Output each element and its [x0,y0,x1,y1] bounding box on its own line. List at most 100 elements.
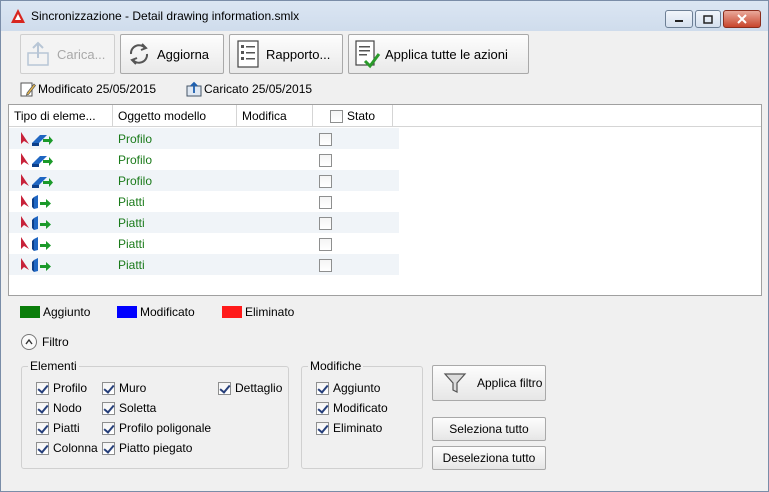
autocad-a-icon [11,9,25,23]
filter-muro[interactable]: Muro [102,381,146,395]
row-checkbox[interactable] [319,217,332,231]
pencil-page-icon [20,82,36,97]
col-stato[interactable]: Stato [313,105,393,127]
checkbox[interactable] [102,421,115,435]
checkbox[interactable] [36,441,49,455]
checkbox[interactable] [36,381,49,395]
table-row[interactable]: Profilo [9,128,399,149]
carica-button[interactable]: Carica... [20,34,115,74]
maximize-icon [703,14,713,24]
close-button[interactable] [723,10,761,28]
title-bar[interactable]: Sincronizzazione - Detail drawing inform… [1,1,768,31]
apply-filter-button[interactable]: Applica filtro [432,365,546,401]
upload-icon [27,41,49,66]
select-all-button[interactable]: Seleziona tutto [432,417,546,441]
status-cell [319,258,332,273]
table-row[interactable]: Profilo [9,149,399,170]
object-cell: Piatti [118,216,145,230]
minimize-button[interactable] [665,10,693,28]
filter-toggle[interactable]: Filtro [21,334,69,350]
modified-swatch [117,306,137,318]
filter-aggiunto[interactable]: Aggiunto [316,381,380,395]
window-title: Sincronizzazione - Detail drawing inform… [31,9,300,23]
loaded-info: Caricato 25/05/2015 [186,81,312,97]
rapporto-button[interactable]: Rapporto... [229,34,343,74]
checkbox[interactable] [102,381,115,395]
plate-element-icon [19,194,53,210]
plate-element-icon [19,236,53,252]
object-cell: Profilo [118,153,153,167]
status-cell [319,216,332,231]
table-row[interactable]: Piatti [9,233,399,254]
profile-element-icon [19,152,53,168]
table-row[interactable]: Profilo [9,170,399,191]
report-icon [237,40,259,68]
collapse-up-icon[interactable] [21,334,37,350]
status-cell [319,195,332,210]
minimize-icon [675,20,683,22]
status-cell [319,132,332,147]
deselect-all-button[interactable]: Deseleziona tutto [432,446,546,470]
sync-dialog: Sincronizzazione - Detail drawing inform… [0,0,769,492]
table-header: Tipo di eleme... Oggetto modello Modific… [9,105,761,127]
checkbox[interactable] [316,421,329,435]
close-icon [737,14,747,24]
checkbox[interactable] [36,401,49,415]
changes-table[interactable]: Tipo di eleme... Oggetto modello Modific… [8,104,762,296]
table-row[interactable]: Piatti [9,254,399,275]
checkbox[interactable] [316,401,329,415]
filter-dettaglio[interactable]: Dettaglio [218,381,282,395]
maximize-button[interactable] [695,10,721,28]
table-row[interactable]: Piatti [9,212,399,233]
filter-nodo[interactable]: Nodo [36,401,82,415]
legend-modified: Modificato [117,305,195,319]
deleted-swatch [222,306,242,318]
status-cell [319,174,332,189]
row-checkbox[interactable] [319,133,332,147]
legend-added: Aggiunto [20,305,90,319]
row-checkbox[interactable] [319,259,332,273]
object-cell: Profilo [118,174,153,188]
filter-piatti[interactable]: Piatti [36,421,80,435]
added-swatch [20,306,40,318]
filter-eliminato[interactable]: Eliminato [316,421,382,435]
plate-element-icon [19,215,53,231]
filter-profilo[interactable]: Profilo [36,381,87,395]
funnel-icon [443,373,467,393]
upload-page-icon [186,81,202,97]
modified-info: Modificato 25/05/2015 [20,81,156,97]
filter-profilo-poligonale[interactable]: Profilo poligonale [102,421,211,435]
refresh-icon [129,43,149,65]
checkbox[interactable] [102,441,115,455]
checkbox[interactable] [102,401,115,415]
object-cell: Piatti [118,237,145,251]
checkbox[interactable] [218,381,231,395]
col-modifica[interactable]: Modifica [237,105,313,127]
apply-document-icon [355,40,381,69]
plate-element-icon [19,257,53,273]
checkbox[interactable] [316,381,329,395]
profile-element-icon [19,173,53,189]
status-cell [319,153,332,168]
applica-tutte-button[interactable]: Applica tutte le azioni [348,34,529,74]
filter-soletta[interactable]: Soletta [102,401,156,415]
checkbox[interactable] [36,421,49,435]
col-oggetto[interactable]: Oggetto modello [113,105,237,127]
row-checkbox[interactable] [319,196,332,210]
filter-colonna[interactable]: Colonna [36,441,98,455]
object-cell: Piatti [118,258,145,272]
filter-modificato[interactable]: Modificato [316,401,388,415]
legend-deleted: Eliminato [222,305,294,319]
filter-piatto-piegato[interactable]: Piatto piegato [102,441,192,455]
row-checkbox[interactable] [319,238,332,252]
aggiorna-button[interactable]: Aggiorna [120,34,224,74]
object-cell: Profilo [118,132,153,146]
profile-element-icon [19,131,53,147]
col-tipo[interactable]: Tipo di eleme... [9,105,113,127]
row-checkbox[interactable] [319,175,332,189]
status-cell [319,237,332,252]
select-all-checkbox[interactable] [330,110,343,124]
table-row[interactable]: Piatti [9,191,399,212]
row-checkbox[interactable] [319,154,332,168]
object-cell: Piatti [118,195,145,209]
